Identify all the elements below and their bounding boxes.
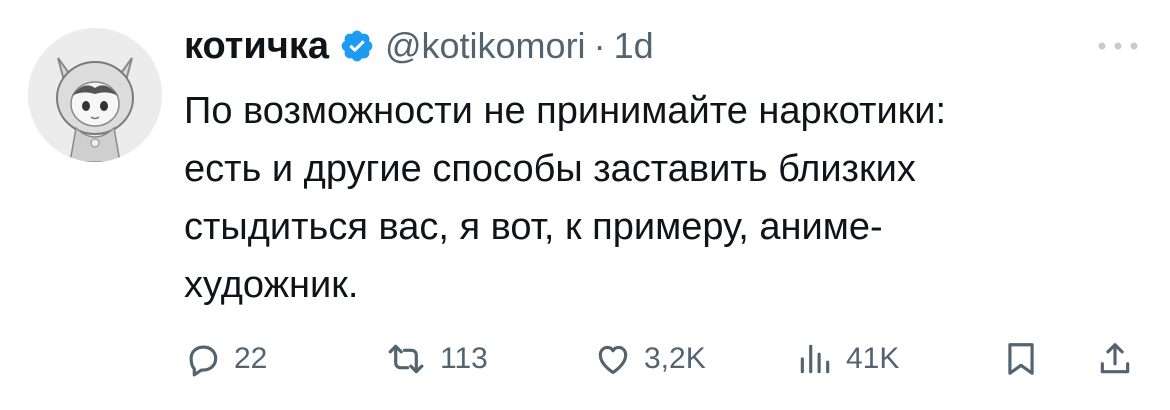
tweet-text-line: стыдиться вас, я вот, к примеру, аниме-	[184, 206, 883, 248]
like-count: 3,2K	[644, 342, 706, 375]
tweet-text-line: художник.	[184, 264, 359, 306]
like-button[interactable]: 3,2K	[594, 333, 706, 385]
views-icon	[800, 344, 830, 374]
views-button[interactable]: 41K	[796, 333, 899, 385]
views-count: 41K	[846, 342, 900, 375]
retweet-count: 113	[440, 342, 488, 375]
tweet-header: котичка @kotikomori · 1d	[184, 22, 1140, 70]
share-button[interactable]	[1096, 333, 1134, 385]
action-bar: 22 113 3,2K 41K	[184, 333, 1144, 385]
bookmark-button[interactable]	[1002, 333, 1040, 385]
retweet-icon	[388, 344, 424, 374]
like-icon	[598, 345, 628, 375]
author-handle[interactable]: @kotikomori	[385, 25, 586, 67]
author-name[interactable]: котичка	[184, 25, 329, 68]
reply-icon	[189, 345, 218, 377]
share-icon	[1100, 343, 1130, 374]
more-icon[interactable]	[1096, 32, 1140, 60]
tweet-text-line: есть и другие способы заставить близких	[184, 148, 916, 190]
tweet-text-line: По возможности не принимайте наркотики:	[184, 90, 947, 132]
bookmark-icon	[1008, 343, 1034, 375]
reply-count: 22	[234, 342, 268, 375]
anime-girl-avatar-icon	[28, 28, 162, 162]
verified-badge-icon	[339, 28, 375, 64]
separator-dot: ·	[593, 25, 606, 66]
timestamp[interactable]: 1d	[614, 25, 654, 67]
tweet-text: По возможности не принимайте наркотики: …	[184, 82, 1144, 314]
retweet-button[interactable]: 113	[384, 333, 488, 385]
avatar[interactable]	[28, 28, 162, 162]
reply-button[interactable]: 22	[184, 333, 267, 385]
